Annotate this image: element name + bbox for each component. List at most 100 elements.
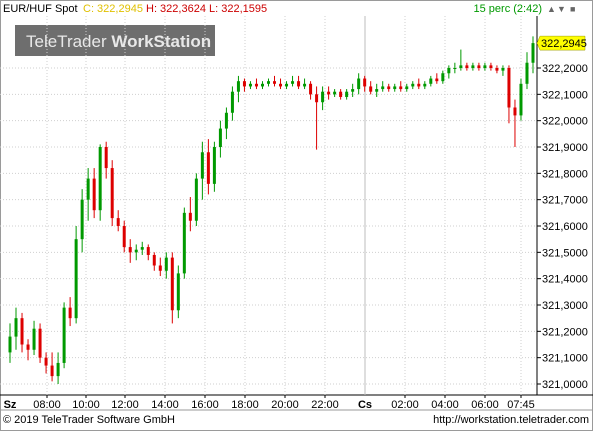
candle-body	[224, 112, 228, 129]
candle[interactable]	[230, 86, 234, 121]
candle-body	[26, 344, 30, 350]
candle[interactable]	[321, 86, 325, 111]
header-arrow-down-icon[interactable]: ▼	[557, 4, 566, 14]
candle[interactable]	[453, 62, 457, 74]
candle[interactable]	[98, 144, 102, 221]
candle[interactable]	[32, 320, 36, 356]
candle[interactable]	[459, 49, 463, 71]
candle[interactable]	[146, 244, 150, 261]
candle[interactable]	[68, 297, 72, 327]
x-tick-label: 06:00	[471, 399, 499, 411]
candle[interactable]	[140, 241, 144, 255]
candle[interactable]	[345, 89, 349, 100]
candle[interactable]	[194, 173, 198, 226]
candle[interactable]	[417, 78, 421, 90]
candle-body	[381, 86, 385, 90]
candle[interactable]	[110, 160, 114, 226]
candle[interactable]	[224, 107, 228, 140]
candle[interactable]	[447, 65, 451, 79]
candle[interactable]	[333, 89, 337, 97]
candle[interactable]	[291, 75, 295, 87]
candle[interactable]	[279, 78, 283, 90]
candle[interactable]	[423, 81, 427, 90]
candle[interactable]	[260, 81, 264, 90]
candle[interactable]	[176, 265, 180, 319]
candle[interactable]	[429, 75, 433, 87]
candle[interactable]	[477, 62, 481, 71]
candle[interactable]	[38, 323, 42, 363]
candle[interactable]	[218, 120, 222, 158]
candle[interactable]	[158, 257, 162, 277]
candle[interactable]	[327, 86, 331, 100]
candle[interactable]	[501, 65, 505, 76]
candle[interactable]	[381, 81, 385, 92]
candles[interactable]	[8, 36, 535, 384]
candlestick-chart[interactable]: EUR/HUF Spot C: 322,2945 H: 322,3624 L: …	[0, 0, 593, 431]
candle[interactable]	[387, 83, 391, 92]
candle[interactable]	[339, 89, 343, 100]
candle[interactable]	[465, 62, 469, 71]
candle[interactable]	[315, 86, 319, 150]
candle[interactable]	[405, 83, 409, 92]
candle[interactable]	[182, 207, 186, 279]
x-tick-label: 10:00	[72, 399, 100, 411]
candle[interactable]	[236, 75, 240, 103]
candle[interactable]	[254, 78, 258, 90]
candle[interactable]	[273, 75, 277, 87]
candle[interactable]	[74, 226, 78, 324]
candle[interactable]	[26, 339, 30, 361]
candle[interactable]	[116, 210, 120, 232]
candle[interactable]	[471, 62, 475, 71]
candle[interactable]	[489, 62, 493, 71]
candle[interactable]	[393, 83, 397, 92]
candle[interactable]	[495, 65, 499, 74]
candle[interactable]	[92, 168, 96, 219]
candle[interactable]	[303, 78, 307, 90]
candle[interactable]	[441, 70, 445, 84]
candle-body	[345, 91, 349, 97]
candle[interactable]	[248, 81, 252, 90]
candle-body	[513, 107, 517, 116]
candle-body	[405, 86, 409, 90]
candle[interactable]	[266, 78, 270, 87]
candle[interactable]	[369, 81, 373, 95]
candle[interactable]	[375, 83, 379, 97]
candle[interactable]	[170, 252, 174, 324]
candle[interactable]	[128, 239, 132, 263]
candle-body	[260, 83, 264, 87]
candle[interactable]	[513, 99, 517, 147]
candle[interactable]	[50, 352, 54, 382]
candle[interactable]	[351, 83, 355, 97]
x-axis-ticks: 08:00 10:00 12:00 14:00 16:00 18:00 20:00 22:00…	[4, 395, 535, 411]
candle[interactable]	[8, 323, 12, 363]
candle-body	[327, 91, 331, 95]
candle[interactable]	[357, 73, 361, 95]
candle-body	[291, 81, 295, 84]
candle[interactable]	[363, 75, 367, 92]
candle[interactable]	[152, 252, 156, 271]
candle-body	[92, 178, 96, 211]
candle[interactable]	[309, 81, 313, 100]
candle[interactable]	[519, 78, 523, 121]
candle[interactable]	[80, 189, 84, 253]
candle[interactable]	[297, 75, 301, 90]
header-settings-icon[interactable]: ■	[570, 4, 575, 14]
candle[interactable]	[212, 141, 216, 192]
candle[interactable]	[399, 81, 403, 92]
candle[interactable]	[525, 52, 529, 90]
y-tick-label: 321,9000	[542, 142, 588, 154]
header-arrow-icon[interactable]: ▲	[547, 4, 556, 14]
candle[interactable]	[200, 141, 204, 200]
candle[interactable]	[14, 307, 18, 350]
candle[interactable]	[507, 65, 511, 124]
candle[interactable]	[20, 312, 24, 353]
candle-body	[170, 257, 174, 311]
candle[interactable]	[62, 302, 66, 369]
candle[interactable]	[411, 81, 415, 90]
candle[interactable]	[86, 168, 90, 221]
candle[interactable]	[56, 352, 60, 384]
candle[interactable]	[435, 73, 439, 84]
website-link[interactable]: http://workstation.teletrader.com	[433, 414, 589, 426]
candle[interactable]	[242, 78, 246, 92]
candle[interactable]	[483, 62, 487, 71]
